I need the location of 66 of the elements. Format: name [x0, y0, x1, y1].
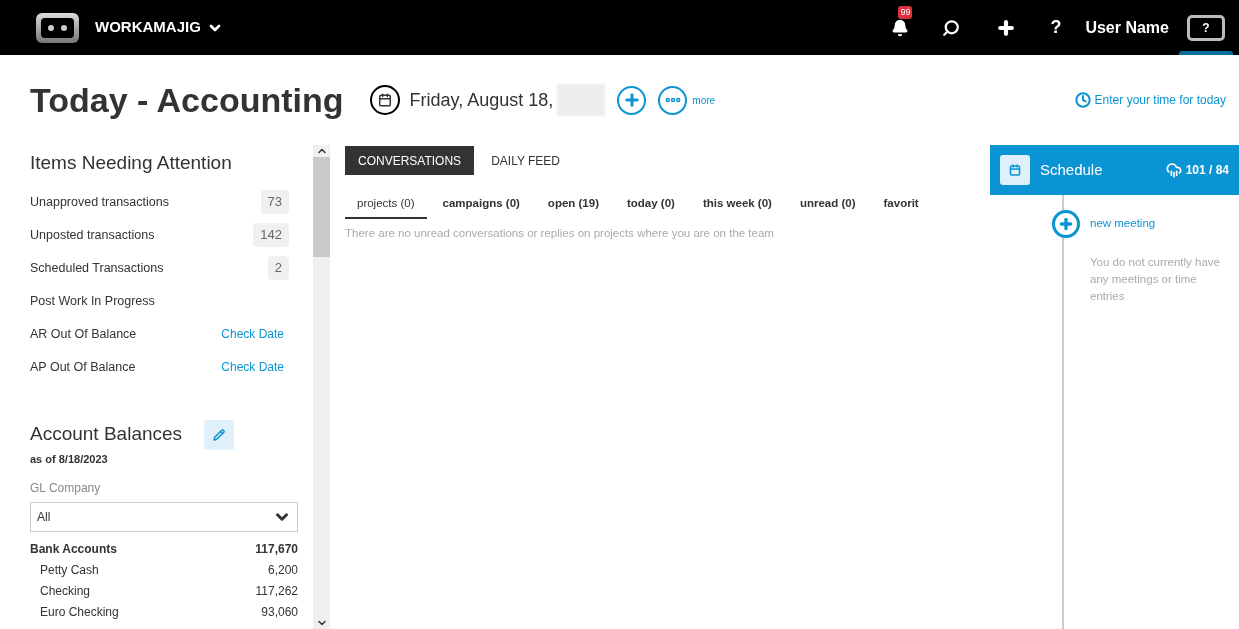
calendar-button[interactable]: [369, 85, 400, 115]
bell-icon: [891, 18, 910, 37]
account-group-name: Bank Accounts: [30, 540, 117, 558]
account-balance: 117,262: [255, 582, 298, 600]
search-icon: [942, 18, 961, 37]
cloud-icon: [1165, 162, 1182, 178]
account-name: Checking: [40, 582, 91, 600]
count-badge[interactable]: 142: [253, 223, 289, 247]
user-name[interactable]: User Name: [1085, 15, 1169, 40]
plus-icon: [622, 91, 641, 109]
more-button[interactable]: [658, 85, 688, 115]
filter-tab[interactable]: unread (0): [787, 195, 868, 220]
more-link[interactable]: more: [692, 92, 716, 108]
add-button[interactable]: [996, 17, 1017, 38]
notification-badge: 99: [898, 5, 913, 19]
company-select[interactable]: All: [30, 502, 298, 532]
clock-icon: [1074, 92, 1091, 108]
filter-tab[interactable]: today (0): [615, 195, 687, 220]
account-name: Petty Cash: [40, 561, 99, 579]
edit-button[interactable]: [204, 419, 235, 450]
account-name: Euro Checking: [40, 603, 119, 621]
page-title: Today - Accounting: [30, 79, 344, 121]
calendar-icon: [377, 93, 392, 107]
account-group-total: 117,670: [255, 540, 298, 558]
brand-menu[interactable]: WORKAMAJIG: [95, 16, 223, 39]
new-meeting-link[interactable]: new meeting: [1090, 215, 1156, 233]
section-title: Account Balances: [30, 422, 183, 447]
scrollbar-thumb[interactable]: [313, 157, 330, 257]
filter-tab[interactable]: projects (0): [345, 195, 427, 220]
account-balance: 6,200: [267, 561, 298, 579]
pencil-icon: [213, 428, 226, 441]
user-avatar[interactable]: ?: [1187, 14, 1225, 41]
attention-item-label: Post Work In Progress: [30, 292, 155, 310]
schedule-empty-message: You do not currently have any meetings or time entries: [1090, 255, 1220, 305]
view-tab[interactable]: CONVERSATIONS: [345, 146, 475, 175]
help-button[interactable]: ?: [1050, 14, 1062, 41]
search-button[interactable]: [942, 18, 961, 37]
check-date-link[interactable]: Check Date: [221, 358, 289, 376]
as-of-date: as of 8/18/2023: [30, 451, 109, 467]
schedule-title: Schedule: [1040, 159, 1103, 180]
field-label: GL Company: [30, 480, 102, 497]
filter-tab[interactable]: campaigns (0): [430, 195, 532, 220]
plus-icon: [1058, 215, 1074, 232]
view-tab[interactable]: DAILY FEED: [478, 146, 574, 175]
check-date-link[interactable]: Check Date: [221, 325, 289, 343]
attention-item-label: AR Out Of Balance: [30, 325, 137, 343]
account-balance: 93,060: [261, 603, 298, 621]
calendar-icon: [1000, 155, 1030, 185]
attention-item-label: Unapproved transactions: [30, 193, 169, 211]
attention-item-label: AP Out Of Balance: [30, 358, 136, 376]
attention-item-label: Scheduled Transactions: [30, 259, 164, 277]
enter-time-link[interactable]: Enter your time for today: [1074, 91, 1226, 109]
attention-item-label: Unposted transactions: [30, 226, 155, 244]
filter-tab[interactable]: this week (0): [690, 195, 784, 220]
date-text: Friday, August 18,: [409, 88, 554, 112]
filter-tab[interactable]: open (19): [535, 195, 611, 220]
count-badge[interactable]: 2: [267, 256, 289, 280]
section-title: Items Needing Attention: [30, 151, 233, 175]
schedule-stats: 101 / 84: [1185, 162, 1229, 179]
count-badge[interactable]: 73: [260, 190, 289, 214]
robot-logo-icon[interactable]: [36, 12, 79, 43]
new-meeting-button[interactable]: [1052, 209, 1080, 238]
empty-message: There are no unread conversations or replies on projects where you are on the team: [345, 226, 775, 242]
plus-icon: [996, 17, 1017, 38]
filter-tab[interactable]: favorit: [871, 195, 931, 220]
scrollbar[interactable]: [313, 145, 330, 629]
